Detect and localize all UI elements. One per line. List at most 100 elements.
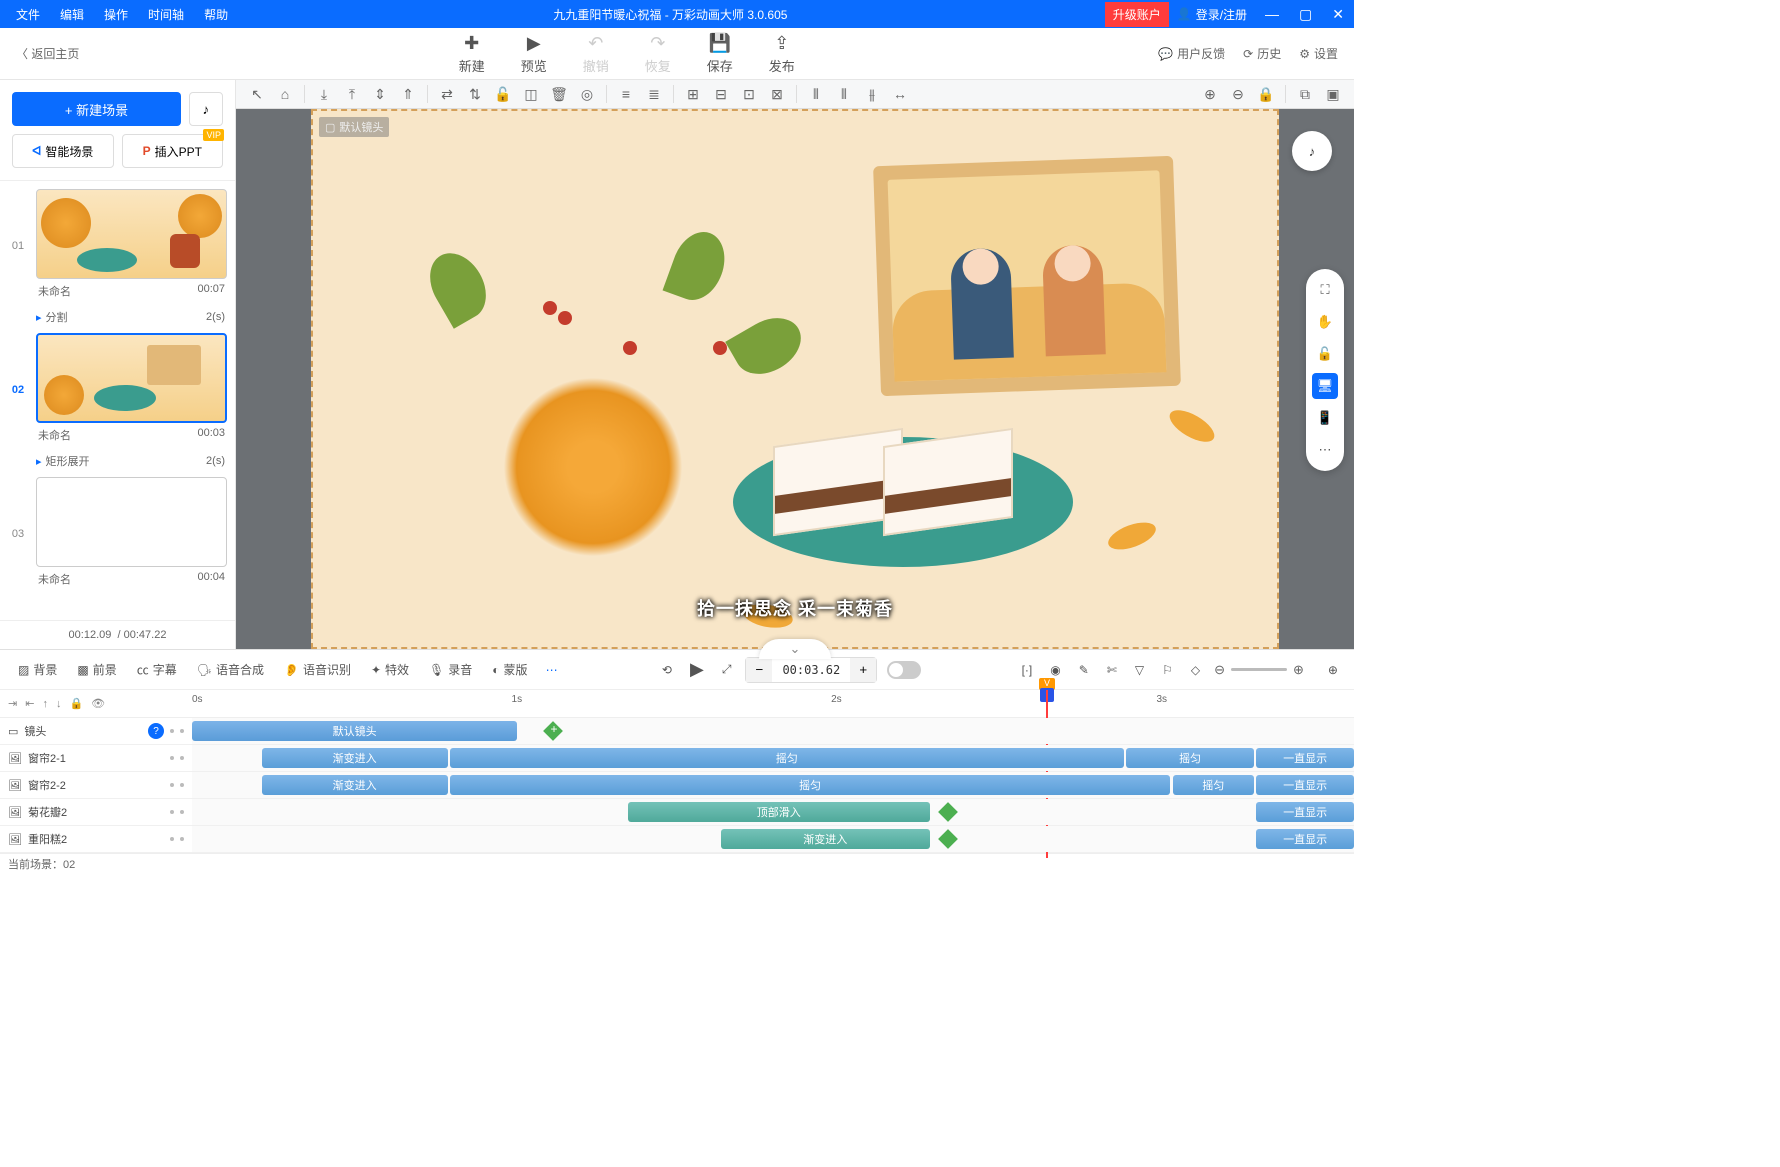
- arrange-icon[interactable]: ⊡: [736, 82, 762, 106]
- track-label[interactable]: 🖼 重阳糕2: [0, 826, 192, 852]
- down-icon[interactable]: ↓: [56, 698, 62, 710]
- login-button[interactable]: 👤登录/注册: [1169, 2, 1255, 27]
- lock-zoom-icon[interactable]: 🔒: [1253, 82, 1279, 106]
- up-icon[interactable]: ↑: [42, 698, 48, 710]
- track-lane[interactable]: 默认镜头: [192, 718, 1354, 744]
- spacing-icon[interactable]: ↔: [887, 82, 913, 106]
- desktop-icon[interactable]: 🖥: [1312, 373, 1338, 399]
- distribute-icon[interactable]: ⇑: [395, 82, 421, 106]
- lock-icon[interactable]: 🔓: [490, 82, 516, 106]
- filter-icon[interactable]: ▽: [1131, 659, 1148, 681]
- arrange-icon[interactable]: ⊠: [764, 82, 790, 106]
- clip-shake[interactable]: 摇匀: [1173, 775, 1254, 795]
- track-dot[interactable]: [180, 729, 184, 733]
- fullscreen-icon[interactable]: ⛶: [1312, 277, 1338, 303]
- menu-file[interactable]: 文件: [8, 2, 48, 27]
- zoom-in-icon[interactable]: ⊕: [1197, 82, 1223, 106]
- mask-button[interactable]: ◐ 蒙版: [486, 657, 533, 682]
- spacing-icon[interactable]: ⫵: [859, 82, 885, 106]
- track-dot[interactable]: [180, 783, 184, 787]
- lock-all-icon[interactable]: 🔒: [69, 697, 83, 710]
- minimize-button[interactable]: —: [1255, 2, 1289, 27]
- more-button[interactable]: ⋯: [542, 659, 562, 681]
- track-lane[interactable]: 渐变进入 一直显示: [192, 826, 1354, 852]
- zoom-in-icon[interactable]: ⊕: [1293, 662, 1304, 678]
- upgrade-button[interactable]: 升级账户: [1105, 2, 1169, 27]
- clip-always[interactable]: 一直显示: [1256, 775, 1354, 795]
- keyframe[interactable]: [939, 802, 959, 822]
- delete-icon[interactable]: 🗑: [546, 82, 572, 106]
- time-minus-button[interactable]: −: [746, 658, 772, 682]
- effects-button[interactable]: ✦ 特效: [365, 657, 415, 682]
- track-dot[interactable]: [170, 810, 174, 814]
- hand-tool-icon[interactable]: ✋: [1312, 309, 1338, 335]
- scene-thumbnail[interactable]: [36, 189, 227, 279]
- clip-shake[interactable]: 摇匀: [450, 775, 1170, 795]
- folder-in-icon[interactable]: ⇥: [8, 697, 17, 710]
- track-lane[interactable]: 顶部滑入 一直显示: [192, 799, 1354, 825]
- scene-item-01[interactable]: 01 未命名00:07: [8, 189, 227, 303]
- asr-button[interactable]: 👂 语音识别: [278, 657, 357, 682]
- track-dot[interactable]: [180, 756, 184, 760]
- eye-all-icon[interactable]: 👁: [91, 697, 105, 710]
- add-track-button[interactable]: ⊕: [1324, 659, 1342, 681]
- new-scene-button[interactable]: + 新建场景: [12, 92, 181, 126]
- transition-row[interactable]: ▸矩形展开 2(s): [8, 451, 227, 477]
- clip-fade-in[interactable]: 渐变进入: [262, 775, 448, 795]
- clip-always[interactable]: 一直显示: [1256, 748, 1354, 768]
- clip-always[interactable]: 一直显示: [1256, 802, 1354, 822]
- arrange-icon[interactable]: ⊞: [680, 82, 706, 106]
- menu-timeline[interactable]: 时间轴: [140, 2, 192, 27]
- align-center-icon[interactable]: ≣: [641, 82, 667, 106]
- more-icon[interactable]: ⋯: [1312, 437, 1338, 463]
- cut-icon[interactable]: ✄: [1103, 659, 1121, 681]
- mobile-icon[interactable]: 📱: [1312, 405, 1338, 431]
- rewind-button[interactable]: ⟲: [658, 659, 676, 681]
- time-ruler[interactable]: 0s 1s 2s 3s V: [192, 690, 1354, 717]
- publish-button[interactable]: ⇪发布: [769, 33, 795, 75]
- settings-link[interactable]: ⚙ 设置: [1299, 45, 1338, 62]
- track-dot[interactable]: [170, 837, 174, 841]
- foreground-button[interactable]: ▩ 前景: [71, 657, 122, 682]
- copy-icon[interactable]: ⧉: [1292, 82, 1318, 106]
- track-dot[interactable]: [170, 729, 174, 733]
- tts-button[interactable]: 🗣 语音合成: [191, 657, 270, 682]
- bracket-left-icon[interactable]: [·]: [1018, 659, 1037, 681]
- track-dot[interactable]: [180, 810, 184, 814]
- clip-always[interactable]: 一直显示: [1256, 829, 1354, 849]
- record-button[interactable]: 🎙 录音: [423, 657, 478, 682]
- back-home-button[interactable]: 〈 返回主页: [0, 45, 95, 62]
- menu-edit[interactable]: 编辑: [52, 2, 92, 27]
- camera-icon[interactable]: ◉: [1046, 659, 1064, 681]
- track-label[interactable]: 🖼 菊花瓣2: [0, 799, 192, 825]
- zoom-out-icon[interactable]: ⊖: [1214, 662, 1225, 678]
- clip-fade-in[interactable]: 渐变进入: [721, 829, 930, 849]
- menu-action[interactable]: 操作: [96, 2, 136, 27]
- scene-thumbnail[interactable]: [36, 333, 227, 423]
- marker-icon[interactable]: ⚐: [1158, 659, 1177, 681]
- menu-help[interactable]: 帮助: [196, 2, 236, 27]
- close-button[interactable]: ✕: [1322, 2, 1354, 27]
- zoom-out-icon[interactable]: ⊖: [1225, 82, 1251, 106]
- canvas-viewport[interactable]: ▢默认镜头 拾一抹思: [236, 109, 1354, 649]
- align-left-icon[interactable]: ≡: [613, 82, 639, 106]
- align-bottom-icon[interactable]: ⤓: [311, 82, 337, 106]
- lock-icon[interactable]: 🔓: [1312, 341, 1338, 367]
- transition-row[interactable]: ▸分割 2(s): [8, 307, 227, 333]
- save-button[interactable]: 💾保存: [707, 33, 733, 75]
- flip-h-icon[interactable]: ⇄: [434, 82, 460, 106]
- clip-top-in[interactable]: 顶部滑入: [628, 802, 930, 822]
- keyframe-add[interactable]: [544, 721, 564, 741]
- time-plus-button[interactable]: +: [850, 658, 876, 682]
- scene-item-03[interactable]: 03 未命名00:04: [8, 477, 227, 591]
- scene-thumbnail[interactable]: [36, 477, 227, 567]
- history-link[interactable]: ⟳ 历史: [1243, 45, 1281, 62]
- pointer-tool[interactable]: ↖: [244, 82, 270, 106]
- clip-fade-in[interactable]: 渐变进入: [262, 748, 448, 768]
- snap-toggle[interactable]: [887, 661, 921, 679]
- music-button[interactable]: ♪: [189, 92, 223, 126]
- new-button[interactable]: ✚新建: [459, 33, 485, 75]
- track-dot[interactable]: [170, 783, 174, 787]
- play-button[interactable]: ▶: [686, 655, 708, 684]
- insert-ppt-button[interactable]: P插入PPTVIP: [122, 134, 224, 168]
